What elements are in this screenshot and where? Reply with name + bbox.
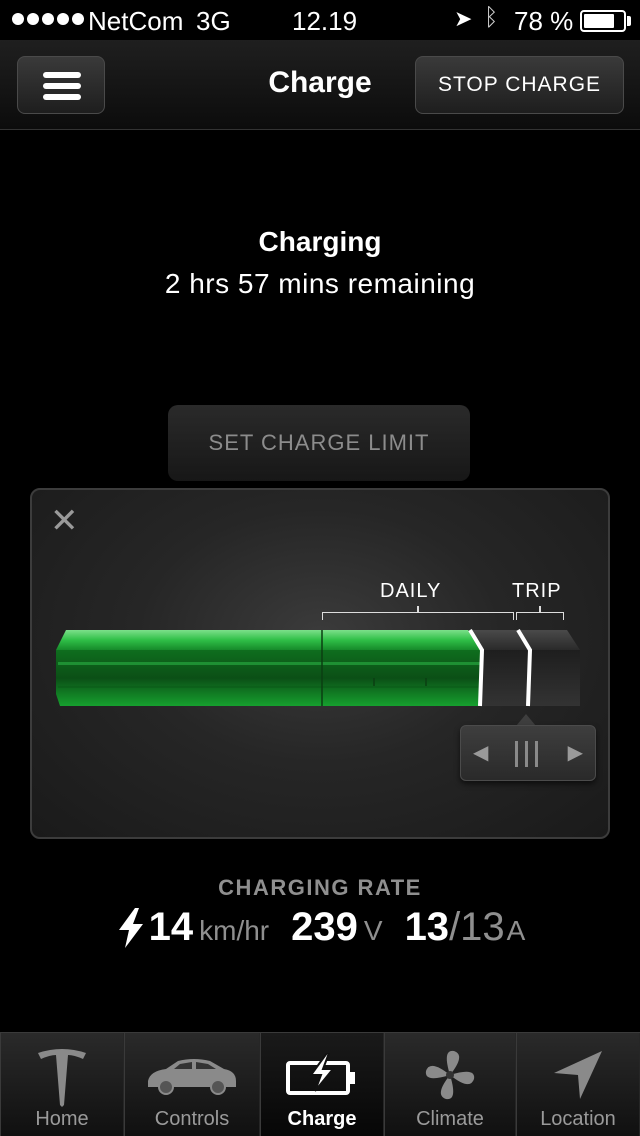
- rate-speed: 14: [148, 905, 194, 949]
- fan-icon: [425, 1050, 475, 1100]
- battery-icon: [580, 10, 626, 32]
- tab-location[interactable]: Location: [516, 1033, 640, 1136]
- hamburger-icon-bar: [43, 94, 81, 100]
- charging-rate-values: 14 km/hr 239 V 13 /13 A: [0, 905, 640, 950]
- rate-current-unit: A: [506, 915, 526, 946]
- battery-fill: [584, 14, 614, 28]
- daily-label: DAILY: [380, 580, 442, 602]
- tab-label: Controls: [154, 1108, 230, 1130]
- grip-handle-icon[interactable]: [515, 741, 538, 767]
- battery-nub: [627, 16, 631, 26]
- charging-rate-title: CHARGING RATE: [218, 875, 422, 900]
- tab-label: Home: [35, 1108, 89, 1130]
- tab-climate[interactable]: Climate: [384, 1033, 516, 1136]
- trip-bracket-tick: [539, 606, 541, 612]
- charge-limit-slider[interactable]: ◀ ▶: [460, 725, 596, 781]
- signal-strength-icon: [12, 13, 84, 25]
- status-bar: NetCom 3G 12.19 ➤ ᛒ 78 %: [0, 0, 640, 40]
- tab-home[interactable]: Home: [0, 1033, 124, 1136]
- rate-speed-unit: km/hr: [199, 915, 270, 946]
- car-icon: [148, 1059, 236, 1095]
- menu-button[interactable]: [17, 56, 105, 114]
- bluetooth-icon: ᛒ: [484, 4, 499, 31]
- chevron-right-icon[interactable]: ▶: [568, 740, 583, 765]
- tab-controls[interactable]: Controls: [124, 1033, 260, 1136]
- battery-empty-front: [470, 650, 580, 706]
- charge-status: Charging: [258, 226, 382, 257]
- tab-label: Location: [540, 1108, 616, 1130]
- daily-bracket-tick: [417, 606, 419, 612]
- chevron-left-icon[interactable]: ◀: [473, 740, 488, 765]
- header: Charge STOP CHARGE: [0, 40, 640, 130]
- trip-bracket: [516, 612, 564, 620]
- set-charge-limit-button[interactable]: SET CHARGE LIMIT: [168, 405, 470, 481]
- tab-label: Climate: [416, 1108, 484, 1130]
- rate-current-max: /13: [449, 905, 505, 949]
- page-title: Charge: [268, 66, 372, 99]
- location-services-icon: ➤: [454, 6, 473, 31]
- battery-charge-front: [56, 650, 482, 706]
- tab-charge[interactable]: Charge: [260, 1033, 384, 1136]
- battery-percentage: 78 %: [514, 6, 574, 36]
- battery-level-bar: [56, 628, 580, 707]
- network-type: 3G: [196, 6, 231, 36]
- charge-battery-icon: [286, 1053, 355, 1095]
- lightning-bolt-icon: [118, 907, 143, 948]
- hamburger-icon: [43, 72, 81, 78]
- rate-voltage: 239: [291, 905, 358, 949]
- rate-current: 13: [404, 905, 450, 949]
- close-icon[interactable]: ✕: [50, 504, 79, 538]
- tesla-logo-icon: [38, 1049, 86, 1107]
- battery-charge-top: [56, 630, 482, 650]
- trip-label: TRIP: [512, 580, 562, 602]
- tab-label: Charge: [287, 1108, 357, 1130]
- carrier-name: NetCom: [88, 6, 184, 36]
- tab-bar: Home Controls Charge Climate Location: [0, 1032, 640, 1136]
- charge-limit-panel: ✕ DAILY TRIP ◀ ▶: [30, 488, 610, 839]
- clock: 12.19: [292, 6, 358, 36]
- daily-bracket: [322, 612, 514, 620]
- hamburger-icon-bar: [43, 83, 81, 89]
- location-arrow-icon: [554, 1051, 602, 1099]
- time-remaining: 2 hrs 57 mins remaining: [164, 268, 476, 299]
- stop-charge-button[interactable]: STOP CHARGE: [415, 56, 624, 114]
- rate-voltage-unit: V: [363, 915, 383, 946]
